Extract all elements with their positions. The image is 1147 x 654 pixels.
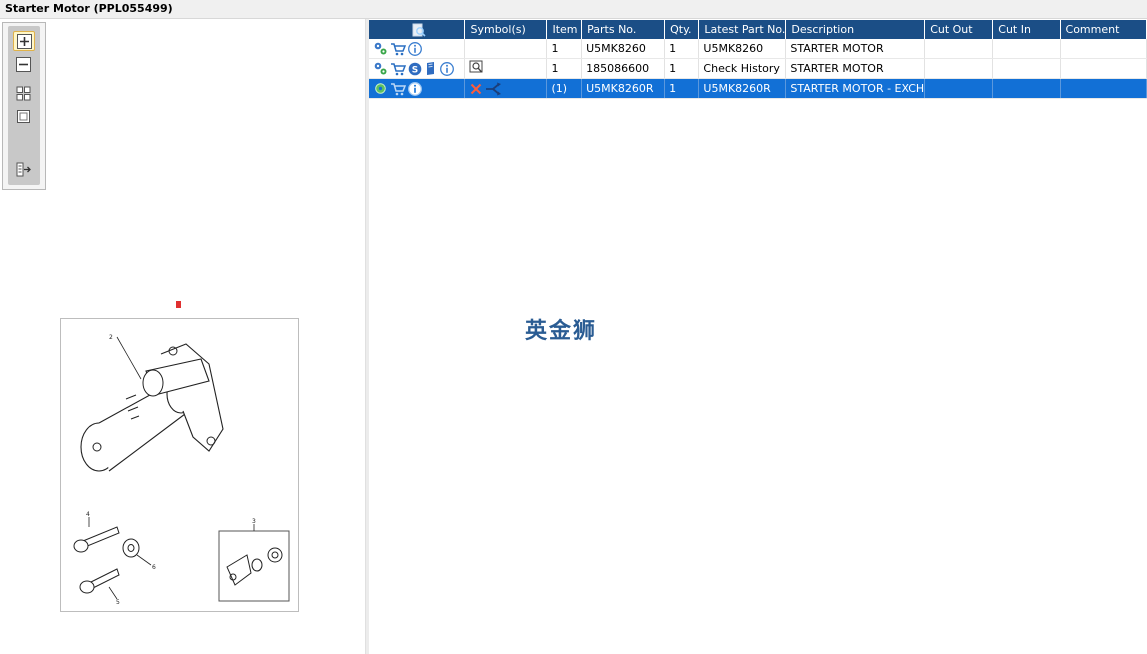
column-header-search[interactable] xyxy=(369,20,466,39)
cell-cut-in xyxy=(992,39,1061,59)
cell-comment xyxy=(1060,39,1147,59)
shopping-cart-icon[interactable] xyxy=(390,42,406,56)
info-icon[interactable] xyxy=(408,41,422,56)
starter-motor-illustration: 2 4 5 6 3 xyxy=(73,334,290,606)
zoom-in-icon xyxy=(17,34,32,49)
cell-cut-out xyxy=(924,78,994,99)
cell-item: 1 xyxy=(546,39,583,59)
column-header-cut-in[interactable]: Cut In xyxy=(992,20,1061,39)
cell-comment xyxy=(1060,78,1147,99)
grid-view-icon xyxy=(16,86,31,101)
cell-parts-no[interactable]: U5MK8260 xyxy=(581,39,666,59)
zoom-out-button[interactable] xyxy=(13,55,35,75)
shopping-cart-icon[interactable] xyxy=(390,82,406,96)
table-header-row: Symbol(s) Item Parts No. Qty. Latest Par… xyxy=(369,20,1147,39)
gears-icon[interactable] xyxy=(373,41,388,56)
search-document-icon xyxy=(412,23,426,37)
supersession-s-icon[interactable]: S xyxy=(408,62,422,76)
diagram-toolbar xyxy=(2,22,46,190)
cell-cut-out xyxy=(924,58,994,79)
row-action-icons: S xyxy=(369,58,466,79)
watermark-text: 英金狮 xyxy=(525,319,598,344)
table-row-selected[interactable]: (1) U5MK8260R 1 U5MK8260R STARTER MOTOR … xyxy=(369,78,1147,99)
cell-parts-no[interactable]: U5MK8260R xyxy=(581,78,666,99)
title-bar: Starter Motor (PPL055499) xyxy=(0,0,1147,19)
row-symbols xyxy=(464,39,548,59)
cell-item: 1 xyxy=(546,58,583,79)
export-button[interactable] xyxy=(13,160,35,180)
parts-table: Symbol(s) Item Parts No. Qty. Latest Par… xyxy=(369,20,1147,99)
row-action-icons xyxy=(369,78,466,99)
cell-parts-no[interactable]: 185086600 xyxy=(581,58,666,79)
cell-qty: 1 xyxy=(664,58,700,79)
callout-3: 3 xyxy=(252,518,256,525)
column-header-comment[interactable]: Comment xyxy=(1060,20,1147,39)
callout-4: 4 xyxy=(86,511,90,518)
cell-latest-part-no[interactable]: U5MK8260R xyxy=(698,78,787,99)
column-header-description[interactable]: Description xyxy=(785,20,926,39)
column-header-item[interactable]: Item xyxy=(546,20,583,39)
row-symbols xyxy=(464,78,548,99)
cell-cut-in xyxy=(992,58,1061,79)
cell-item: (1) xyxy=(546,78,583,99)
cell-description: STARTER MOTOR xyxy=(785,39,926,59)
history-search-icon[interactable] xyxy=(469,60,485,74)
split-arrow-icon[interactable] xyxy=(485,82,503,96)
column-header-parts-no[interactable]: Parts No. xyxy=(581,20,666,39)
export-list-icon xyxy=(16,162,31,177)
table-row[interactable]: 1 U5MK8260 1 U5MK8260 STARTER MOTOR xyxy=(369,39,1147,59)
window-title: Starter Motor (PPL055499) xyxy=(5,2,173,15)
fit-single-button[interactable] xyxy=(13,107,35,127)
column-header-qty[interactable]: Qty. xyxy=(664,20,700,39)
info-icon[interactable] xyxy=(440,61,454,76)
fit-all-button[interactable] xyxy=(13,84,35,104)
zoom-out-icon xyxy=(16,57,31,72)
cell-cut-in xyxy=(992,78,1061,99)
cell-description: STARTER MOTOR xyxy=(785,58,926,79)
green-gear-icon[interactable] xyxy=(373,81,388,96)
cell-latest-part-no[interactable]: U5MK8260 xyxy=(698,39,787,59)
book-icon[interactable] xyxy=(424,61,438,76)
info-icon[interactable] xyxy=(408,81,422,96)
cell-latest-part-no[interactable]: Check History xyxy=(698,58,787,79)
cell-cut-out xyxy=(924,39,994,59)
single-view-icon xyxy=(17,110,30,123)
zoom-in-button[interactable] xyxy=(13,31,35,51)
callout-5: 5 xyxy=(116,599,120,606)
exploded-parts-diagram[interactable]: 2 4 5 6 3 xyxy=(60,318,299,612)
callout-2: 2 xyxy=(109,334,113,341)
cell-qty: 1 xyxy=(664,78,700,99)
cell-comment xyxy=(1060,58,1147,79)
callout-6: 6 xyxy=(152,564,156,571)
shopping-cart-icon[interactable] xyxy=(390,62,406,76)
table-row[interactable]: S 1 185086600 1 Check History STARTER MO… xyxy=(369,58,1147,79)
column-header-latest-part-no[interactable]: Latest Part No. xyxy=(698,20,787,39)
svg-text:S: S xyxy=(412,65,418,75)
row-action-icons xyxy=(369,39,466,59)
column-header-symbols[interactable]: Symbol(s) xyxy=(464,20,548,39)
cell-qty: 1 xyxy=(664,39,700,59)
column-header-cut-out[interactable]: Cut Out xyxy=(924,20,994,39)
parts-list-pane: Symbol(s) Item Parts No. Qty. Latest Par… xyxy=(369,19,1147,654)
reference-marker[interactable] xyxy=(176,301,181,308)
row-symbols xyxy=(464,58,548,79)
gears-icon[interactable] xyxy=(373,61,388,76)
cell-description: STARTER MOTOR - EXCH xyxy=(785,78,926,99)
cross-icon[interactable] xyxy=(469,82,483,96)
